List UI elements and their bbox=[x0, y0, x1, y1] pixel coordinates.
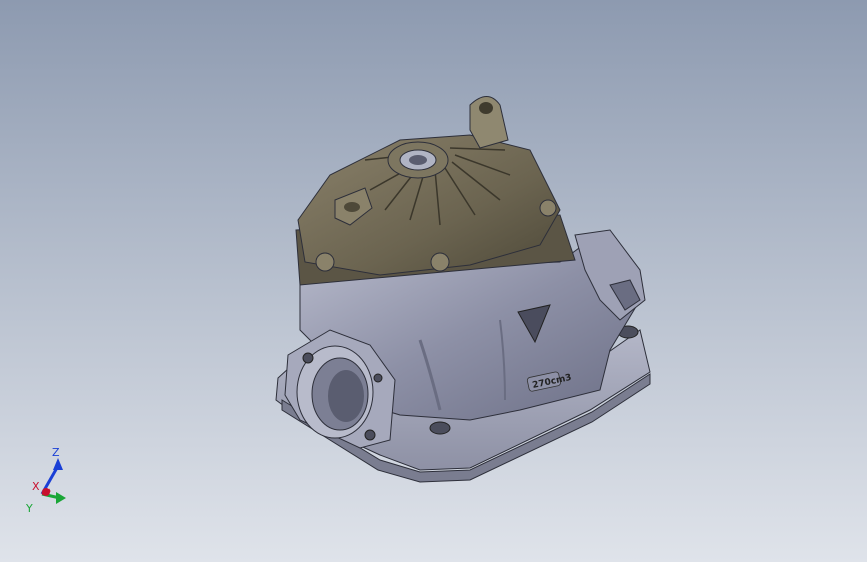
y-axis-label: Y bbox=[25, 502, 33, 515]
z-arrow-icon bbox=[53, 458, 63, 470]
z-axis-label: Z bbox=[52, 446, 60, 459]
engine-cylinder-model[interactable]: 270cm3 bbox=[0, 0, 867, 562]
x-axis-label: X bbox=[32, 480, 40, 493]
exhaust-bolt-hole bbox=[302, 352, 314, 364]
graphics-viewport[interactable]: 270cm3 Z X Y bbox=[0, 0, 867, 562]
exhaust-bolt-hole bbox=[364, 429, 376, 441]
base-bolt-hole bbox=[429, 421, 451, 435]
spark-plug-hole bbox=[409, 155, 427, 165]
head-bolt bbox=[430, 252, 450, 272]
head-bolt bbox=[315, 252, 335, 272]
head-boss-hole bbox=[344, 202, 360, 212]
y-arrow-icon bbox=[56, 492, 66, 504]
lifting-lug-hole bbox=[479, 102, 493, 114]
exhaust-port-inner bbox=[328, 370, 364, 422]
orientation-triad[interactable]: Z X Y bbox=[18, 440, 78, 520]
x-arrow-icon bbox=[42, 488, 50, 496]
exhaust-bolt-hole bbox=[373, 373, 383, 383]
head-bolt bbox=[539, 199, 557, 217]
